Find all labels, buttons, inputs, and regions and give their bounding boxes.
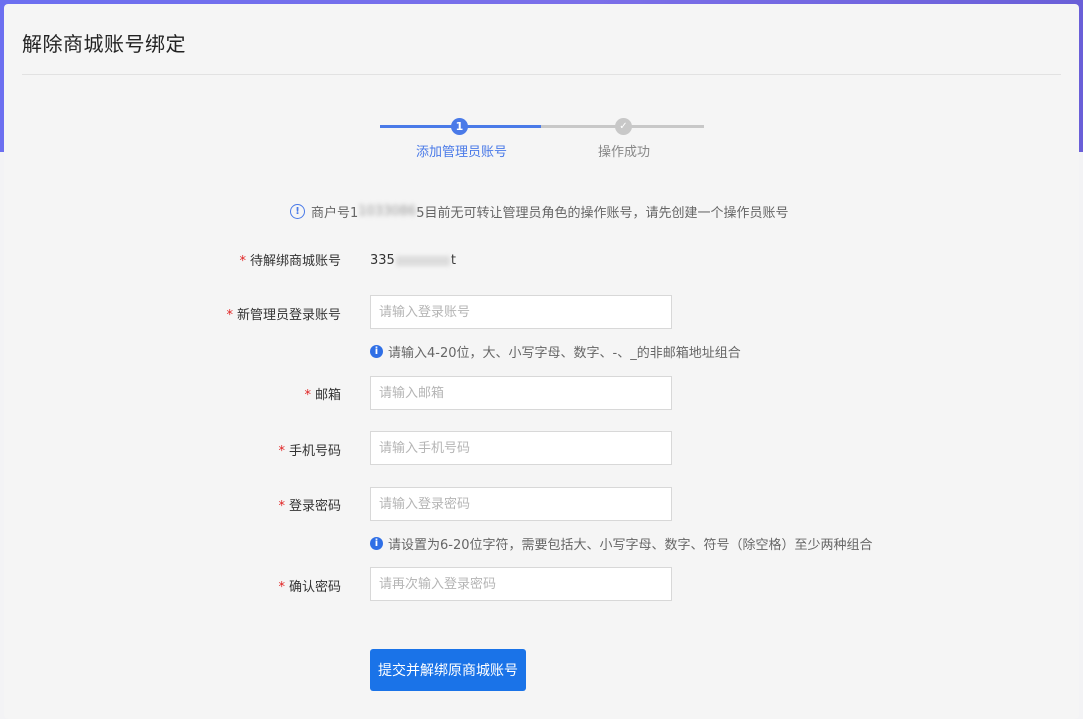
required-mark: * xyxy=(278,580,285,595)
submit-unbind-button[interactable]: 提交并解绑原商城账号 xyxy=(370,649,526,691)
password-hint: i 请设置为6-20位字符，需要包括大、小写字母、数字、符号（除空格）至少两种组… xyxy=(370,534,873,553)
required-mark: * xyxy=(278,444,285,459)
unbind-account-value: 335 t xyxy=(370,253,456,268)
new-admin-hint: i 请输入4-20位，大、小写字母、数字、-、_的非邮箱地址组合 xyxy=(370,342,741,361)
required-mark: * xyxy=(304,388,311,403)
required-mark: * xyxy=(226,308,233,323)
info-outline-icon: ! xyxy=(290,204,305,219)
page-title: 解除商城账号绑定 xyxy=(22,32,186,56)
new-admin-account-input[interactable] xyxy=(370,295,672,329)
confirm-password-label: * 确认密码 xyxy=(278,580,341,595)
step-2-label: 操作成功 xyxy=(598,145,651,160)
title-divider xyxy=(22,74,1061,75)
email-input[interactable] xyxy=(370,376,672,410)
notice-text-redacted: 1033086 xyxy=(358,204,417,219)
new-admin-label: * 新管理员登录账号 xyxy=(226,308,341,323)
main-panel: 解除商城账号绑定 1 ✓ 添加管理员账号 操作成功 ! 商户号1 1033086… xyxy=(4,4,1079,719)
unbind-account-label: * 待解绑商城账号 xyxy=(239,254,341,269)
redacted-block xyxy=(395,255,450,266)
required-mark: * xyxy=(239,254,246,269)
required-mark: * xyxy=(278,499,285,514)
info-icon: i xyxy=(370,537,383,550)
password-label: * 登录密码 xyxy=(278,499,341,514)
step-1-label: 添加管理员账号 xyxy=(416,145,508,160)
phone-label: * 手机号码 xyxy=(278,444,341,459)
info-icon: i xyxy=(370,345,383,358)
confirm-password-input[interactable] xyxy=(370,567,672,601)
notice-text-after: 5目前无可转让管理员角色的操作账号，请先创建一个操作员账号 xyxy=(416,206,789,221)
step-2-check-icon: ✓ xyxy=(615,118,632,135)
notice-text-before: 商户号1 xyxy=(311,206,359,221)
notice-message: ! 商户号1 1033086 5目前无可转让管理员角色的操作账号，请先创建一个操… xyxy=(290,202,788,221)
phone-input[interactable] xyxy=(370,431,672,465)
password-input[interactable] xyxy=(370,487,672,521)
email-label: * 邮箱 xyxy=(304,388,341,403)
step-1-number: 1 xyxy=(451,118,468,135)
